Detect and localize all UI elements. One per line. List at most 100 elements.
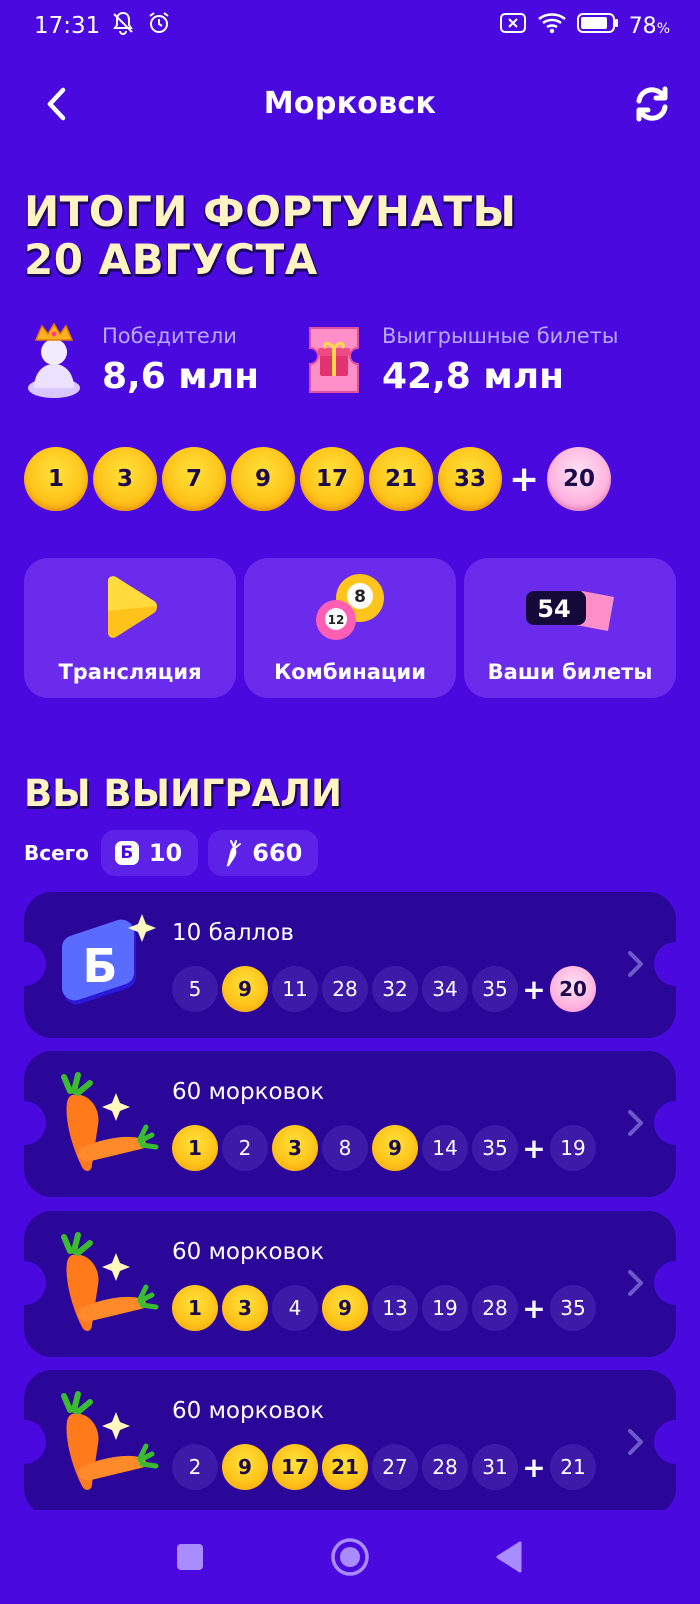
chevron-left-icon <box>47 87 66 121</box>
ticket-ball: 2 <box>172 1444 218 1490</box>
ticket-ball-matched: 1 <box>172 1285 218 1331</box>
tickets-count-badge: 54 <box>537 595 570 623</box>
ticket-bonus-ball: 35 <box>550 1285 596 1331</box>
actions-row: Трансляция 8 12 Комбинации 54 Ваши билет… <box>24 558 676 698</box>
wifi-icon <box>537 11 567 41</box>
ticket-ball: 34 <box>422 966 468 1012</box>
square-icon <box>177 1544 203 1570</box>
points-total-value: 10 <box>148 839 183 867</box>
chevron-right-icon <box>624 1107 646 1139</box>
ticket-numbers: 1 2 3 8 9 14 35 +19 <box>172 1125 600 1171</box>
headline-line2: 20 АВГУСТА <box>24 235 318 284</box>
winning-tickets-label: Выигрышные билеты <box>382 324 619 348</box>
home-button[interactable] <box>325 1532 375 1582</box>
ticket-ball-matched: 9 <box>222 1444 268 1490</box>
ticket-ball: 35 <box>472 966 518 1012</box>
back-button[interactable] <box>36 84 76 124</box>
ticket-ball: 27 <box>372 1444 418 1490</box>
ticket-ball-matched: 9 <box>222 966 268 1012</box>
tickets-count-icon: 54 <box>526 591 614 631</box>
battery-icon <box>576 12 619 40</box>
recents-button[interactable] <box>165 1532 215 1582</box>
ticket-numbers: 2 9 17 21 27 28 31 +21 <box>172 1444 600 1490</box>
ticket-ball-matched: 21 <box>322 1444 368 1490</box>
draw-ball: 7 <box>162 447 226 511</box>
ticket-ball: 8 <box>322 1125 368 1171</box>
combinations-button[interactable]: 8 12 Комбинации <box>244 558 456 698</box>
crown-person-icon <box>28 322 80 398</box>
ticket-notch <box>2 1420 46 1464</box>
ticket-bonus-ball: 19 <box>550 1125 596 1171</box>
ticket-ball: 14 <box>422 1125 468 1171</box>
svg-text:Б: Б <box>82 939 117 993</box>
system-nav-bar <box>0 1510 700 1604</box>
points-b-icon: Б <box>50 910 160 1020</box>
carrots-total-chip: 660 <box>208 830 319 876</box>
ticket-bonus-ball: 21 <box>550 1444 596 1490</box>
top-bar: Морковск <box>0 70 700 136</box>
totals-row: Всего Б 10 660 <box>24 830 328 876</box>
ticket-ball: 35 <box>472 1125 518 1171</box>
ticket-ball-matched: 9 <box>322 1285 368 1331</box>
draw-ball: 21 <box>369 447 433 511</box>
combinations-label: Комбинации <box>274 660 426 684</box>
winners-label: Победители <box>102 324 237 348</box>
refresh-button[interactable] <box>630 82 674 126</box>
draw-numbers: 1 3 7 9 17 21 33 +20 <box>24 446 616 512</box>
lottery-balls-icon: 8 12 <box>316 574 384 640</box>
ticket-notch <box>2 1101 46 1145</box>
winners-value: 8,6 млн <box>102 356 259 397</box>
stats-row: Победители 8,6 млн Выигрышные билеты 42,… <box>24 320 684 400</box>
ticket-ball-matched: 3 <box>272 1125 318 1171</box>
plus-sign: + <box>509 458 540 500</box>
your-tickets-button[interactable]: 54 Ваши билеты <box>464 558 676 698</box>
ticket-notch <box>654 1420 698 1464</box>
ticket-ball: 28 <box>422 1444 468 1490</box>
gift-ticket-icon <box>309 327 359 393</box>
ticket-numbers: 5 9 11 28 32 34 35 +20 <box>172 966 600 1012</box>
ticket-title: 60 морковок <box>172 1239 325 1265</box>
ticket-card[interactable]: 60 морковок 2 9 17 21 27 28 31 +21 <box>2 1370 698 1516</box>
ticket-notch <box>654 942 698 986</box>
ticket-ball-matched: 17 <box>272 1444 318 1490</box>
ticket-title: 60 морковок <box>172 1398 325 1424</box>
ticket-ball: 28 <box>472 1285 518 1331</box>
ticket-ball: 11 <box>272 966 318 1012</box>
draw-bonus-ball: 20 <box>547 447 611 511</box>
battery-percent: 78 <box>628 13 657 39</box>
broadcast-label: Трансляция <box>58 660 202 684</box>
ticket-title: 60 морковок <box>172 1079 325 1105</box>
ticket-notch <box>654 1101 698 1145</box>
ticket-card[interactable]: 60 морковок 1 3 4 9 13 19 28 +35 <box>2 1211 698 1357</box>
points-total-chip: Б 10 <box>100 830 199 876</box>
points-b-icon: Б <box>114 841 139 865</box>
ticket-ball-matched: 9 <box>372 1125 418 1171</box>
ticket-ball: 5 <box>172 966 218 1012</box>
ticket-ball-matched: 1 <box>172 1125 218 1171</box>
headline-line1: ИТОГИ ФОРТУНАТЫ <box>24 187 517 236</box>
ticket-ball: 19 <box>422 1285 468 1331</box>
ticket-numbers: 1 3 4 9 13 19 28 +35 <box>172 1285 600 1331</box>
you-won-title: ВЫ ВЫИГРАЛИ <box>24 772 342 815</box>
status-time: 17:31 <box>34 13 101 39</box>
refresh-icon <box>636 86 668 122</box>
system-back-button[interactable] <box>484 1532 534 1582</box>
bell-off-icon <box>110 10 136 42</box>
svg-text:8: 8 <box>354 587 366 607</box>
chevron-right-icon <box>624 948 646 980</box>
ticket-bonus-ball-matched: 20 <box>550 966 596 1012</box>
ticket-card[interactable]: 60 морковок 1 2 3 8 9 14 35 +19 <box>2 1051 698 1197</box>
ticket-ball: 28 <box>322 966 368 1012</box>
your-tickets-label: Ваши билеты <box>487 660 653 684</box>
ticket-ball: 32 <box>372 966 418 1012</box>
ticket-ball: 13 <box>372 1285 418 1331</box>
ticket-card[interactable]: Б 10 баллов 5 9 11 28 32 34 35 +20 <box>2 892 698 1038</box>
plus-sign: + <box>522 1131 546 1165</box>
plus-sign: + <box>522 972 546 1006</box>
ticket-ball: 2 <box>222 1125 268 1171</box>
triangle-back-icon <box>496 1541 522 1573</box>
alarm-icon <box>146 10 172 42</box>
broadcast-button[interactable]: Трансляция <box>24 558 236 698</box>
ticket-notch <box>2 942 46 986</box>
draw-ball: 1 <box>24 447 88 511</box>
